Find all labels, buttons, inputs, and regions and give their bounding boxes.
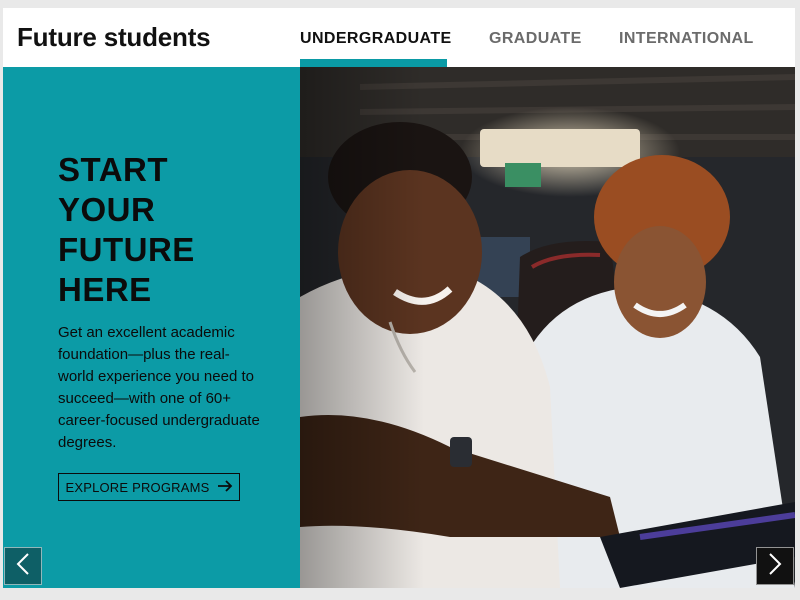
tab-international[interactable]: INTERNATIONAL xyxy=(619,30,754,48)
site-header: Future students UNDERGRADUATE GRADUATE I… xyxy=(3,8,795,67)
hero-description: Get an excellent academic foundation—plu… xyxy=(58,324,260,451)
hero-photo-illustration xyxy=(300,67,795,588)
active-tab-indicator xyxy=(300,59,447,67)
hero-headline: START YOUR FUTURE HERE xyxy=(58,150,278,310)
explore-programs-button[interactable]: EXPLORE PROGRAMS xyxy=(58,473,240,501)
hero-photo xyxy=(300,67,795,588)
page-title: Future students xyxy=(17,22,211,52)
headline-line: YOUR xyxy=(58,191,156,228)
explore-programs-label: EXPLORE PROGRAMS xyxy=(65,479,210,495)
headline-line: START xyxy=(58,151,169,188)
chevron-right-icon xyxy=(768,552,782,580)
hero-section: START YOUR FUTURE HERE Get an excellent … xyxy=(3,67,795,588)
chevron-left-icon xyxy=(16,552,30,580)
hero-text-panel: START YOUR FUTURE HERE Get an excellent … xyxy=(3,67,300,588)
carousel-prev-button[interactable] xyxy=(4,547,42,585)
headline-line: HERE xyxy=(58,271,152,308)
carousel-next-button[interactable] xyxy=(756,547,794,585)
page-frame: Future students UNDERGRADUATE GRADUATE I… xyxy=(3,8,795,588)
tab-graduate[interactable]: GRADUATE xyxy=(489,30,582,48)
arrow-right-icon xyxy=(217,479,233,495)
headline-line: FUTURE xyxy=(58,231,195,268)
tab-undergraduate[interactable]: UNDERGRADUATE xyxy=(300,30,452,48)
